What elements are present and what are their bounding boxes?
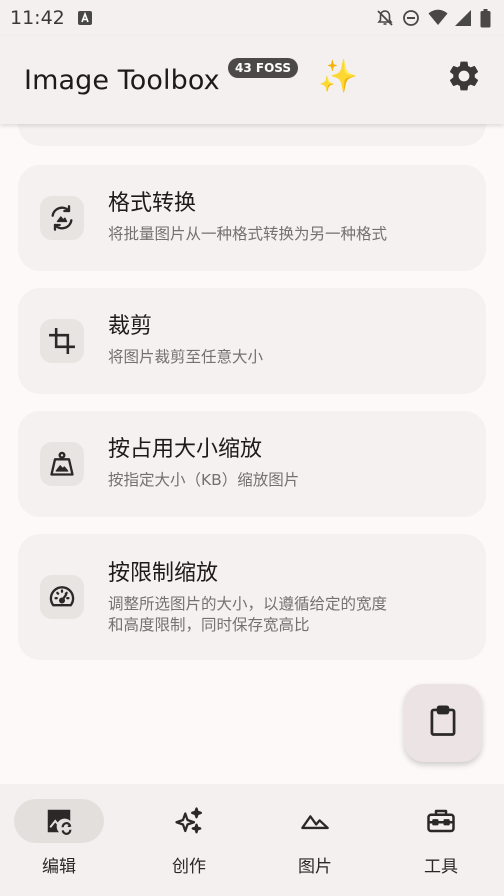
tool-card-partial[interactable]: [18, 124, 486, 146]
nav-label: 工具: [424, 857, 458, 877]
notifications-off-icon: [376, 9, 394, 27]
tool-description-line: 调整所选图片的大小，以遵循给定的宽度: [108, 595, 388, 613]
tool-card-format-convert[interactable]: 格式转换 将批量图片从一种格式转换为另一种格式: [18, 165, 486, 271]
tool-card-resize-by-limits[interactable]: 按限制缩放 调整所选图片的大小，以遵循给定的宽度 和高度限制，同时保存宽高比: [18, 534, 486, 660]
sparkle-icon[interactable]: ✨: [318, 60, 358, 92]
nav-item-edit[interactable]: 编辑: [0, 784, 126, 896]
settings-button[interactable]: [444, 58, 484, 98]
sparkles-icon: [174, 806, 204, 836]
tool-description: 调整所选图片的大小，以遵循给定的宽度 和高度限制，同时保存宽高比: [108, 594, 446, 636]
nav-item-create[interactable]: 创作: [126, 784, 252, 896]
tool-description: 将批量图片从一种格式转换为另一种格式: [108, 225, 388, 243]
version-badge: 43 FOSS: [228, 58, 299, 78]
tool-description: 将图片裁剪至任意大小: [108, 348, 264, 366]
app-title: Image Toolbox: [24, 64, 220, 96]
tool-title: 裁剪: [108, 314, 153, 339]
status-bar: 11:42: [0, 0, 504, 36]
tool-description: 按指定大小（KB）缩放图片: [108, 471, 300, 489]
bottom-navigation: 编辑 创作 图片 工具: [0, 784, 504, 896]
battery-icon: [480, 9, 492, 28]
toolbox-icon: [426, 806, 456, 836]
app-notification-icon: [77, 9, 95, 27]
nav-item-tools[interactable]: 工具: [378, 784, 504, 896]
landscape-icon: [300, 806, 330, 836]
top-app-bar: Image Toolbox 43 FOSS ✨: [0, 36, 504, 124]
gear-icon: [446, 58, 482, 98]
crop-icon: [40, 319, 84, 363]
tool-title: 格式转换: [108, 191, 197, 216]
tool-title: 按占用大小缩放: [108, 437, 263, 462]
speedometer-icon: [40, 575, 84, 619]
signal-icon: [454, 9, 472, 27]
do-not-disturb-icon: [402, 9, 420, 27]
nav-label: 编辑: [42, 857, 76, 877]
tool-card-crop[interactable]: 裁剪 将图片裁剪至任意大小: [18, 288, 486, 394]
tool-card-resize-by-weight[interactable]: 按占用大小缩放 按指定大小（KB）缩放图片: [18, 411, 486, 517]
clipboard-icon: [428, 705, 458, 741]
nav-label: 图片: [298, 857, 332, 877]
tool-description-line: 和高度限制，同时保存宽高比: [108, 616, 310, 634]
paste-clipboard-button[interactable]: [404, 684, 482, 762]
nav-label: 创作: [172, 857, 206, 877]
format-convert-icon: [40, 196, 84, 240]
wifi-icon: [428, 9, 448, 27]
image-edit-icon: [44, 806, 74, 836]
nav-item-images[interactable]: 图片: [252, 784, 378, 896]
tool-title: 按限制缩放: [108, 561, 219, 586]
status-time: 11:42: [10, 7, 65, 29]
weight-icon: [40, 442, 84, 486]
